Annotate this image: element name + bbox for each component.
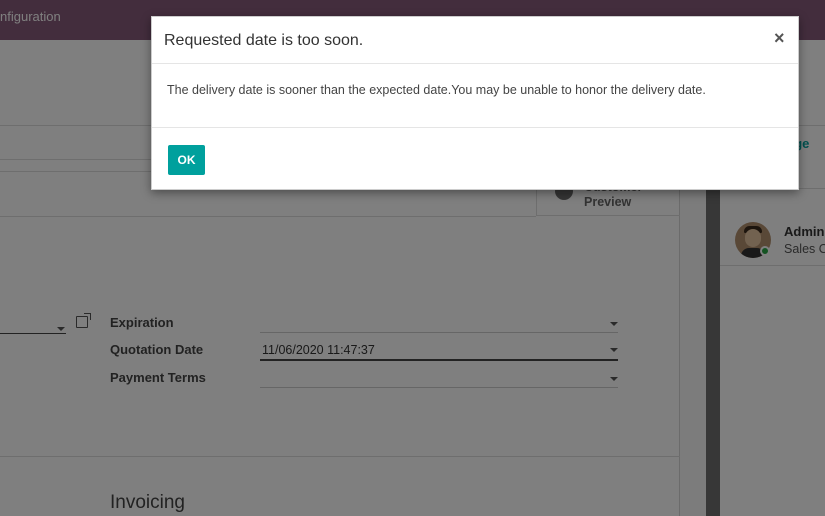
close-icon[interactable]: × — [774, 28, 785, 49]
warning-dialog: Requested date is too soon. × The delive… — [151, 16, 799, 190]
ok-button[interactable]: OK — [168, 145, 205, 175]
dialog-header: Requested date is too soon. × — [152, 17, 798, 64]
dialog-message: The delivery date is sooner than the exp… — [167, 83, 706, 97]
dialog-body: The delivery date is sooner than the exp… — [152, 64, 798, 128]
dialog-title: Requested date is too soon. — [164, 32, 364, 49]
